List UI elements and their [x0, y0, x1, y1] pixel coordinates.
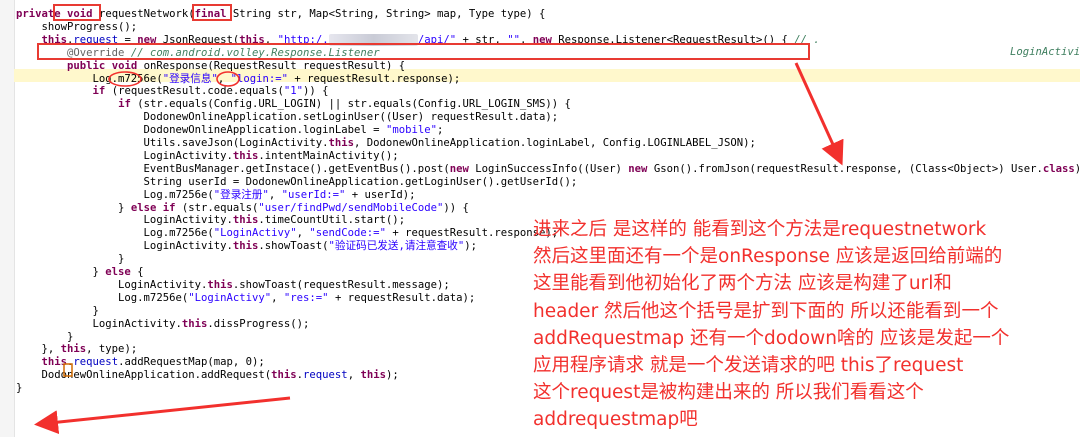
annotation-line: 这里能看到他初始化了两个方法 应该是构建了url和 — [533, 273, 952, 295]
arrow-to-note — [794, 62, 844, 166]
annotation-line: 然后这里面还有一个是onResponse 应该是返回给前端的 — [533, 246, 1003, 268]
annotation-line: addrequestmap吧 — [533, 409, 698, 431]
annotation-line: 进来之后 是这样的 能看到这个方法是requestnetwork — [533, 219, 987, 240]
circle-void-mark — [108, 71, 142, 87]
annotation-line: 应用程序请求 就是一个发送请求的吧 this了request — [533, 355, 964, 377]
circle-result-mark — [216, 71, 240, 87]
annotation-line: addRequestmap 还有一个dodown啥的 应该是发起一个 — [533, 327, 1010, 349]
brace-match-marker — [63, 363, 73, 377]
annotation-line: 这个request是被构建出来的 所以我们看看这个 — [533, 382, 924, 404]
annotation-note: 进来之后 是这样的 能看到这个方法是requestnetwork 然后这里面还有一… — [533, 216, 1073, 434]
annotation-line: header 然后他这个括号是扩到下面的 所以还能看到一个 — [533, 300, 999, 322]
arrow-to-closing-brace — [34, 396, 291, 435]
